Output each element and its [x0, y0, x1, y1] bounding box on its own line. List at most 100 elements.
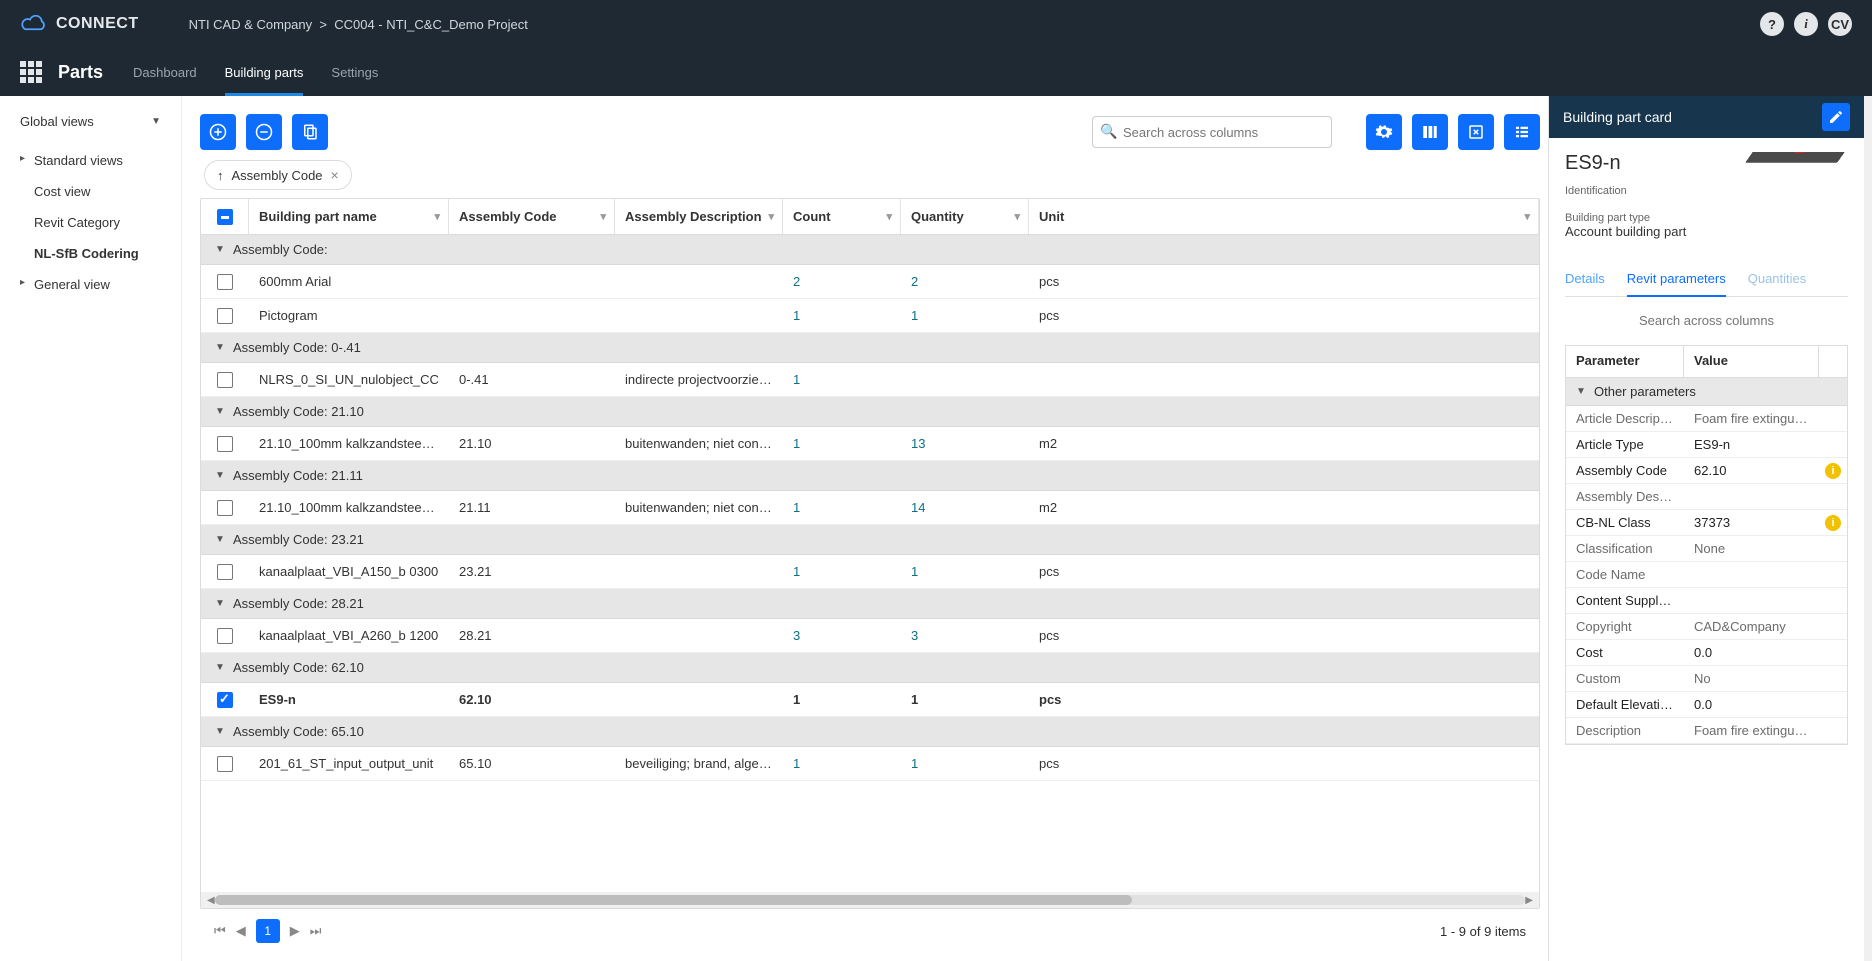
param-header-value[interactable]: Value: [1684, 346, 1819, 377]
detail-tab-revit-parameters[interactable]: Revit parameters: [1627, 261, 1726, 296]
group-row[interactable]: ▼Assembly Code: 21.11: [201, 461, 1539, 491]
row-checkbox[interactable]: [217, 564, 233, 580]
indeterminate-checkbox[interactable]: [217, 209, 233, 225]
info-button[interactable]: i: [1794, 12, 1818, 36]
info-icon[interactable]: i: [1825, 463, 1841, 479]
param-row[interactable]: Default Elevation0.0: [1566, 692, 1847, 718]
filter-icon[interactable]: ▾: [1524, 210, 1530, 223]
group-row[interactable]: ▼Assembly Code: 21.10: [201, 397, 1539, 427]
navbar: Parts DashboardBuilding partsSettings: [0, 48, 1872, 96]
table-row[interactable]: 201_61_ST_input_output_unit65.10beveilig…: [201, 747, 1539, 781]
param-row[interactable]: Article TypeES9-n: [1566, 432, 1847, 458]
row-checkbox[interactable]: [217, 308, 233, 324]
group-row[interactable]: ▼Assembly Code: 65.10: [201, 717, 1539, 747]
row-checkbox[interactable]: [217, 628, 233, 644]
table-row[interactable]: 600mm Arial22pcs: [201, 265, 1539, 299]
table-row[interactable]: ES9-n62.1011pcs: [201, 683, 1539, 717]
nav-tab-settings[interactable]: Settings: [331, 48, 378, 96]
param-header-name[interactable]: Parameter: [1566, 346, 1684, 377]
column-header-asm[interactable]: Assembly Code▾: [449, 199, 615, 234]
scroll-left-icon[interactable]: ◀: [207, 895, 215, 906]
apps-icon[interactable]: [20, 61, 42, 83]
help-button[interactable]: ?: [1760, 12, 1784, 36]
param-row[interactable]: Assembly Descripti…: [1566, 484, 1847, 510]
info-icon[interactable]: i: [1825, 515, 1841, 531]
breadcrumb[interactable]: NTI CAD & Company > CC004 - NTI_C&C_Demo…: [189, 17, 528, 32]
sidebar-item-general-view[interactable]: General view: [0, 269, 181, 300]
param-row[interactable]: Content Supplier U…: [1566, 588, 1847, 614]
select-all-header[interactable]: [201, 199, 249, 234]
pager-first[interactable]: ⏮: [214, 923, 226, 939]
sidebar-title[interactable]: Global views ▼: [0, 114, 181, 135]
table-row[interactable]: 21.10_100mm kalkzandsteen velling…21.11b…: [201, 491, 1539, 525]
avatar[interactable]: CV: [1828, 12, 1852, 36]
scroll-right-icon[interactable]: ▶: [1525, 895, 1533, 906]
pager-last[interactable]: ⏭: [310, 923, 322, 939]
group-row[interactable]: ▼Assembly Code:: [201, 235, 1539, 265]
param-row[interactable]: Assembly Code62.10i: [1566, 458, 1847, 484]
scrollbar-thumb[interactable]: [215, 895, 1132, 905]
sidebar-item-cost-view[interactable]: Cost view: [0, 176, 181, 207]
edit-button[interactable]: [1822, 103, 1850, 131]
nav-tab-building-parts[interactable]: Building parts: [225, 48, 304, 96]
sidebar-item-standard-views[interactable]: Standard views: [0, 145, 181, 176]
param-row[interactable]: Article DescriptionFoam fire extinguish…: [1566, 406, 1847, 432]
columns-button[interactable]: [1412, 114, 1448, 150]
detail-tab-details[interactable]: Details: [1565, 261, 1605, 296]
vertical-scrollbar[interactable]: [1864, 96, 1872, 961]
row-checkbox[interactable]: [217, 500, 233, 516]
breadcrumb-org[interactable]: NTI CAD & Company: [189, 17, 313, 32]
table-row[interactable]: 21.10_100mm kalkzandsteen elemen…21.10bu…: [201, 427, 1539, 461]
group-row[interactable]: ▼Assembly Code: 28.21: [201, 589, 1539, 619]
filter-icon[interactable]: ▾: [886, 210, 892, 223]
pager-next[interactable]: ▶: [290, 923, 300, 939]
horizontal-scrollbar[interactable]: ◀ ▶: [201, 892, 1539, 908]
param-row[interactable]: Cost0.0: [1566, 640, 1847, 666]
param-row[interactable]: DescriptionFoam fire extinguisher: [1566, 718, 1847, 744]
breadcrumb-project[interactable]: CC004 - NTI_C&C_Demo Project: [334, 17, 528, 32]
detail-tab-quantities[interactable]: Quantities: [1748, 261, 1807, 296]
sidebar-item-nl-sfb-codering[interactable]: NL-SfB Codering: [0, 238, 181, 269]
add-button[interactable]: [200, 114, 236, 150]
param-row[interactable]: CB-NL Class37373i: [1566, 510, 1847, 536]
column-header-name[interactable]: Building part name▾: [249, 199, 449, 234]
param-row[interactable]: Code Name: [1566, 562, 1847, 588]
sidebar-item-revit-category[interactable]: Revit Category: [0, 207, 181, 238]
param-row[interactable]: CopyrightCAD&Company: [1566, 614, 1847, 640]
list-view-button[interactable]: [1504, 114, 1540, 150]
column-header-count[interactable]: Count▾: [783, 199, 901, 234]
export-button[interactable]: [1458, 114, 1494, 150]
close-icon[interactable]: ×: [331, 167, 339, 183]
row-checkbox[interactable]: [217, 756, 233, 772]
param-row[interactable]: CustomNo: [1566, 666, 1847, 692]
nav-tab-dashboard[interactable]: Dashboard: [133, 48, 197, 96]
filter-icon[interactable]: ▾: [434, 210, 440, 223]
table-row[interactable]: kanaalplaat_VBI_A150_b 030023.2111pcs: [201, 555, 1539, 589]
grouping-chip[interactable]: ↑ Assembly Code ×: [204, 160, 352, 190]
column-header-qty[interactable]: Quantity▾: [901, 199, 1029, 234]
column-header-unit[interactable]: Unit▾: [1029, 199, 1539, 234]
table-row[interactable]: kanaalplaat_VBI_A260_b 120028.2133pcs: [201, 619, 1539, 653]
remove-button[interactable]: [246, 114, 282, 150]
column-header-desc[interactable]: Assembly Description▾: [615, 199, 783, 234]
filter-icon[interactable]: ▾: [768, 210, 774, 223]
table-row[interactable]: Pictogram11pcs: [201, 299, 1539, 333]
search-input[interactable]: [1092, 116, 1332, 148]
row-checkbox[interactable]: [217, 372, 233, 388]
filter-icon[interactable]: ▾: [600, 210, 606, 223]
group-row[interactable]: ▼Assembly Code: 0-.41: [201, 333, 1539, 363]
row-checkbox[interactable]: [217, 692, 233, 708]
filter-icon[interactable]: ▾: [1014, 210, 1020, 223]
row-checkbox[interactable]: [217, 274, 233, 290]
pager-prev[interactable]: ◀: [236, 923, 246, 939]
settings-button[interactable]: [1366, 114, 1402, 150]
group-row[interactable]: ▼Assembly Code: 62.10: [201, 653, 1539, 683]
param-group-row[interactable]: ▼ Other parameters: [1566, 378, 1847, 406]
param-search-input[interactable]: [1565, 307, 1848, 337]
row-checkbox[interactable]: [217, 436, 233, 452]
group-row[interactable]: ▼Assembly Code: 23.21: [201, 525, 1539, 555]
table-row[interactable]: NLRS_0_SI_UN_nulobject_CC0-.41indirecte …: [201, 363, 1539, 397]
pager-current-page[interactable]: 1: [256, 919, 280, 943]
param-row[interactable]: ClassificationNone: [1566, 536, 1847, 562]
duplicate-button[interactable]: [292, 114, 328, 150]
